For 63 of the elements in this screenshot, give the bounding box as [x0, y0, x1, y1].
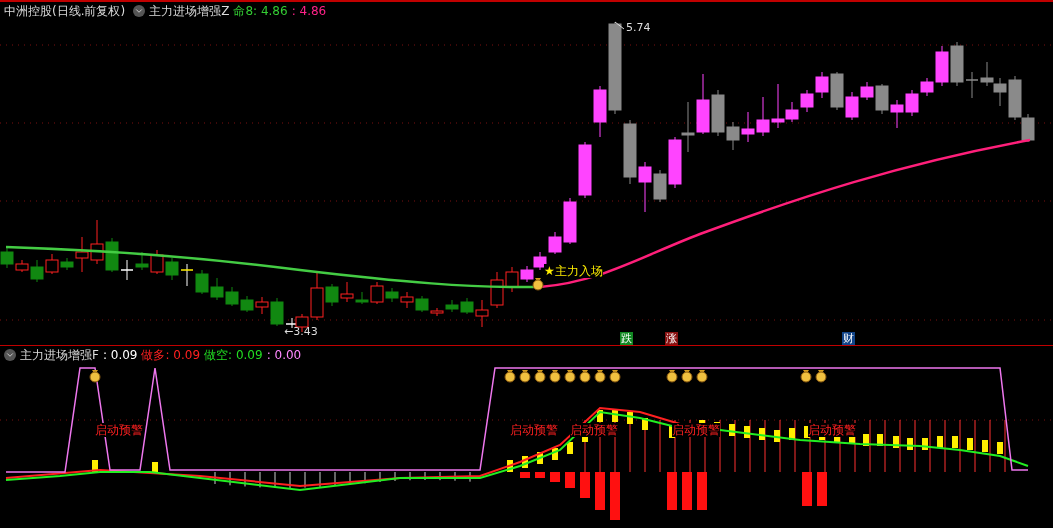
warning-label: 启动预警	[95, 423, 143, 437]
money-bag-icon	[594, 370, 606, 383]
signal-label: ★主力入场	[544, 264, 603, 278]
money-bag-icon	[800, 370, 812, 383]
money-bag-icon	[666, 370, 678, 383]
money-bag-icon	[815, 370, 827, 383]
candlestick	[165, 257, 179, 281]
indicator-value: : 4.86	[291, 3, 327, 19]
candlestick	[980, 61, 994, 87]
leader-line	[614, 21, 625, 30]
indicator-name: 主力进场增强F	[20, 347, 99, 363]
money-bag-icon	[534, 370, 546, 383]
candlestick	[905, 89, 919, 117]
event-marker: 跌	[620, 332, 633, 345]
candlestick	[150, 249, 164, 275]
money-bag-icon	[89, 370, 101, 383]
indicator-value: : 0.09	[102, 347, 138, 363]
money-bag-icon	[696, 370, 708, 383]
money-bag-icon	[532, 278, 544, 291]
low-price-label: ←3.43	[284, 324, 318, 340]
money-bag-icon	[519, 370, 531, 383]
money-bag-icon	[681, 370, 693, 383]
indicator-name: 主力进场增强Z	[149, 3, 230, 19]
candlestick	[400, 291, 414, 309]
warning-label: 启动预警	[672, 423, 720, 437]
candlestick	[225, 286, 239, 307]
indicator-value: 做空: 0.09	[204, 347, 263, 363]
chevron-icon[interactable]	[4, 349, 16, 361]
candlestick	[623, 119, 637, 185]
event-marker: 财	[842, 332, 855, 345]
warning-label: 启动预警	[570, 423, 618, 437]
candlestick	[756, 96, 770, 137]
indicator-value: 做多: 0.09	[141, 347, 201, 363]
warning-label: 启动预警	[510, 423, 558, 437]
warning-label: 启动预警	[808, 423, 856, 437]
candlestick	[90, 219, 104, 265]
high-price-label: 5.74	[626, 20, 651, 36]
candlestick	[741, 111, 755, 143]
candlestick	[681, 101, 695, 153]
candlestick	[180, 263, 194, 287]
money-bag-icon	[564, 370, 576, 383]
indicator-value: 命8: 4.86	[233, 3, 288, 19]
chevron-icon[interactable]	[133, 5, 146, 17]
candlestick	[696, 73, 710, 135]
money-bag-icon	[504, 370, 516, 383]
candlestick	[445, 299, 459, 313]
event-marker: 涨	[665, 332, 678, 345]
candlestick	[830, 71, 844, 111]
money-bag-icon	[579, 370, 591, 383]
candlestick	[533, 251, 547, 271]
candlestick	[890, 99, 904, 129]
candlestick	[490, 271, 504, 309]
money-bag-icon	[549, 370, 561, 383]
candlestick	[135, 251, 149, 271]
chart-title: 中洲控股(日线.前复权)	[4, 3, 126, 19]
indicator-value: : 0.00	[266, 347, 302, 363]
candlestick	[578, 141, 592, 199]
candlestick	[815, 71, 829, 99]
candlestick	[195, 269, 209, 295]
candlestick	[800, 89, 814, 113]
candlestick	[240, 295, 254, 313]
money-bag-icon	[609, 370, 621, 383]
candlestick	[210, 277, 224, 301]
